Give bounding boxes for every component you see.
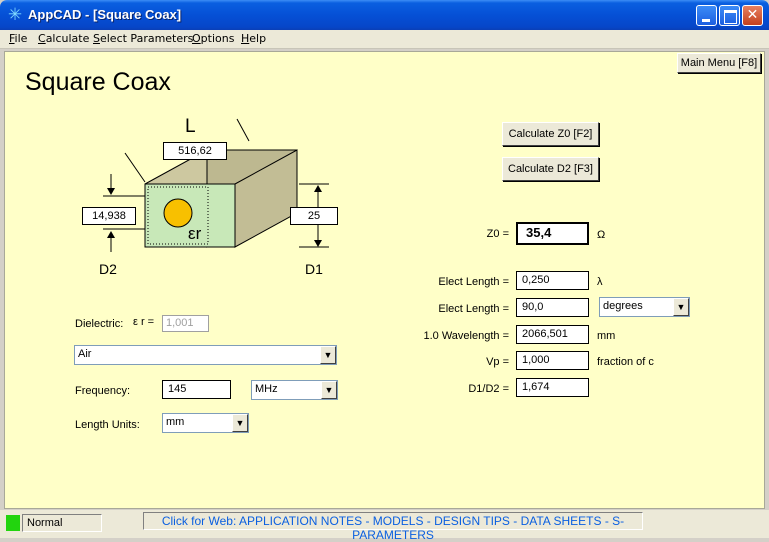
page-title: Square Coax [25,68,171,96]
elect-length-wl-unit: λ [597,276,603,288]
menu-calculate[interactable]: Calculate [38,32,89,45]
diagram-d1-label: D1 [305,261,323,277]
z0-value: 35,4 [516,222,589,245]
dropdown-arrow-icon[interactable]: ▼ [321,381,337,399]
length-units-select[interactable]: mm ▼ [162,413,249,433]
wavelength-unit: mm [597,330,616,342]
dielectric-er-symbol: εr [188,224,202,243]
diagram-d2-label: D2 [99,261,117,277]
d1-d2-ratio-value: 1,674 [516,378,589,397]
frequency-unit-value: MHz [255,383,278,395]
calculate-z0-button[interactable]: Calculate Z0 [F2] [502,122,599,146]
status-indicator-icon [6,515,20,531]
elect-length-deg-label: Elect Length = [438,303,509,315]
length-units-label: Length Units: [75,419,140,431]
vp-unit: fraction of c [597,356,654,368]
coax-drawing [103,118,329,252]
d1-value-box: 25 [290,207,338,225]
dielectric-select[interactable]: Air ▼ [74,345,337,365]
l-value-box: 516,62 [163,142,227,160]
menu-select-parameters[interactable]: Select Parameters [93,32,193,45]
square-coax-diagram: L 516,62 14,938 25 εr D2 D1 [73,112,355,282]
main-panel: Main Menu [F8] Square Coax L 516,62 14,9… [4,51,765,509]
length-units-value: mm [166,416,185,428]
wavelength-value: 2066,501 [516,325,589,344]
er-label: ε r = [133,316,155,328]
main-menu-button[interactable]: Main Menu [F8] [677,53,761,73]
diagram-l-label: L [185,116,196,137]
elect-length-deg-value: 90,0 [516,298,589,317]
elect-length-unit-select[interactable]: degrees ▼ [599,297,690,317]
wavelength-label: 1.0 Wavelength = [423,330,509,342]
status-text: Normal [22,514,102,532]
appcad-logo-icon: ✳ [7,5,23,25]
web-resources-link[interactable]: Click for Web: APPLICATION NOTES - MODEL… [143,512,643,542]
er-value-field: 1,001 [162,315,209,332]
title-bar: ✳ AppCAD - [Square Coax] ✕ [0,0,769,30]
d1-d2-ratio-label: D1/D2 = [468,383,509,395]
frequency-unit-select[interactable]: MHz ▼ [251,380,338,400]
minimize-button[interactable] [696,5,717,26]
maximize-button[interactable] [719,5,740,26]
elect-length-wl-value: 0,250 [516,271,589,290]
elect-length-unit-value: degrees [603,300,643,312]
menu-help[interactable]: Help [241,32,266,45]
dielectric-label: Dielectric: [75,318,124,330]
z0-unit: Ω [597,229,606,241]
menu-bar: File Calculate Select Parameters Options… [0,30,769,49]
vp-label: Vp = [486,356,509,368]
elect-length-wl-label: Elect Length = [438,276,509,288]
menu-file[interactable]: File [9,32,27,45]
d2-value-box: 14,938 [82,207,136,225]
menu-options[interactable]: Options [192,32,234,45]
dropdown-arrow-icon[interactable]: ▼ [232,414,248,432]
z0-label: Z0 = [486,228,509,240]
frequency-label: Frequency: [75,385,131,397]
frequency-input[interactable]: 145 [162,380,231,399]
dielectric-selected-value: Air [78,348,92,360]
dropdown-arrow-icon[interactable]: ▼ [320,346,336,364]
close-button[interactable]: ✕ [742,5,763,26]
center-conductor [163,198,193,228]
calculate-d2-button[interactable]: Calculate D2 [F3] [502,157,599,181]
dropdown-arrow-icon[interactable]: ▼ [673,298,689,316]
vp-value: 1,000 [516,351,589,370]
window-title: AppCAD - [Square Coax] [28,7,182,22]
status-bar: Normal Click for Web: APPLICATION NOTES … [0,510,769,542]
